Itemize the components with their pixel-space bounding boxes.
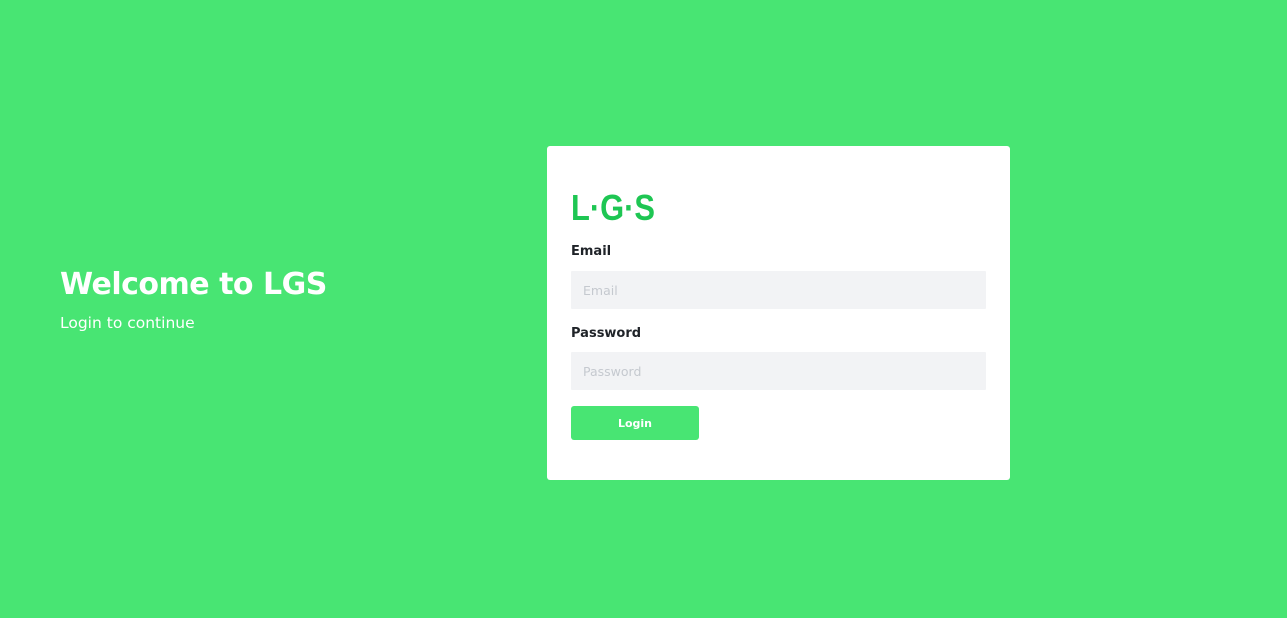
login-button[interactable]: Login (571, 406, 699, 440)
welcome-subtitle: Login to continue (60, 314, 195, 332)
welcome-title: Welcome to LGS (60, 267, 327, 302)
lgs-logo: L·G·S (571, 190, 655, 224)
password-label: Password (571, 326, 642, 341)
password-input[interactable] (571, 352, 986, 390)
logo-text: L·G·S (571, 190, 655, 224)
email-input[interactable] (571, 271, 986, 309)
login-card: L·G·S Email Password Login (547, 146, 1010, 480)
email-label: Email (571, 244, 612, 259)
welcome-section: Welcome to LGS Login to continue (60, 265, 327, 334)
